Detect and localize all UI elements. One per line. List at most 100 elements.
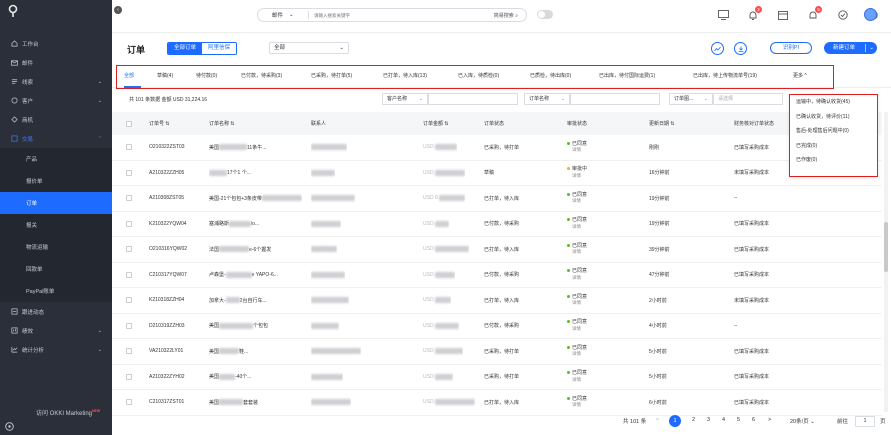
table-scrollbar[interactable] [884, 112, 888, 412]
table-row[interactable]: O210322ZST03 美国 11条牛... USD 已采购，待打单 已同意 详情 刚刚 已… [112, 135, 882, 161]
page-size-select[interactable]: 20条/页 ⌄ [790, 417, 815, 425]
sidebar-item-performance[interactable]: 绩效 ⌄ [0, 321, 112, 340]
order-no-cell[interactable]: D210319ZZH03 [149, 314, 185, 339]
table-row[interactable]: A210322ZYH02 美国 -40个... USD 已采购，待打单 已同意 详情 5小时… [112, 365, 882, 390]
chart-icon[interactable] [711, 42, 724, 55]
sidebar-item-activity[interactable]: 跟进动态 [0, 302, 112, 321]
contact-cell[interactable] [311, 186, 355, 211]
row-checkbox[interactable] [126, 246, 132, 253]
chevron-down-icon[interactable]: ⌄ [869, 42, 874, 54]
contact-cell[interactable] [311, 161, 335, 186]
contact-cell[interactable] [311, 263, 345, 288]
seg-all-orders[interactable]: 全部订单 [168, 43, 203, 54]
calendar-icon[interactable] [768, 6, 798, 24]
download-icon[interactable] [734, 42, 747, 55]
order-no-cell[interactable]: O210322ZST03 [149, 135, 185, 160]
order-name-cell[interactable]: 法国 e-6个握发 [209, 237, 271, 262]
table-row[interactable]: C210317YQW07 卢森堡-e YAPO-6... USD 已付款，待采购 已同… [112, 263, 882, 288]
approval-detail-link[interactable]: 详情 [567, 351, 587, 358]
contact-cell[interactable] [311, 135, 347, 160]
customer-name-input[interactable] [428, 93, 518, 105]
sidebar-sub-paypal[interactable]: PayPal账单 [0, 280, 112, 302]
row-checkbox[interactable] [126, 144, 132, 151]
column-header[interactable]: 更新日期 ⇅ [649, 112, 675, 135]
seg-alibaba-orders[interactable]: 阿里信保 [202, 43, 237, 54]
contact-cell[interactable] [311, 314, 339, 339]
row-checkbox[interactable] [126, 373, 132, 380]
approval-detail-link[interactable]: 详情 [567, 402, 587, 409]
dropdown-item-received[interactable]: 已确认收货，待评价(11) [790, 110, 877, 125]
approval-detail-link[interactable]: 详情 [567, 198, 587, 205]
notification-icon[interactable]: 5 [798, 6, 828, 24]
table-row[interactable]: O210316YQW02 法国 e-6个握发 USD 已打单，待入库 已同意 详情 39分钟… [112, 237, 882, 263]
dropdown-item-after-sales[interactable]: 售后-处理售后问题中(0) [790, 124, 877, 139]
table-row[interactable]: K210322YQW04 塞浦路斯 io... USD 已付款，待采购 已同意 详情 19分… [112, 212, 882, 237]
order-name-cell[interactable]: 美国 个包包 [209, 314, 268, 339]
tab-draft[interactable]: 草稿(4) [157, 72, 173, 79]
help-circle-icon[interactable] [5, 422, 14, 431]
order-name-cell[interactable]: 美国 鞋... [209, 339, 248, 364]
column-header[interactable]: 订单名称 ⇅ [209, 112, 235, 135]
approval-detail-link[interactable]: 详情 [567, 224, 587, 231]
sidebar-sub-products[interactable]: 产品 [0, 148, 112, 170]
tab-shipped-freight[interactable]: 已出库，待付国际运费(1) [599, 72, 655, 79]
order-no-cell[interactable]: A210322ZYH02 [149, 365, 185, 390]
order-name-input[interactable] [570, 93, 660, 105]
order-no-cell[interactable]: C210317YQW07 [149, 263, 187, 288]
sidebar-item-analytics[interactable]: 统计分析 ⌄ [0, 340, 112, 359]
table-row[interactable]: C210317ZST01 美国 套套装 USD 已打单，待入库 已同意 详情 6小时前 已填写… [112, 390, 882, 416]
pagination-page[interactable]: 1 [669, 415, 681, 427]
user-avatar[interactable] [864, 8, 877, 21]
approval-detail-link[interactable]: 详情 [567, 300, 587, 307]
row-checkbox[interactable] [126, 195, 132, 202]
sidebar-item-leads[interactable]: 线索 ⌄ [0, 72, 112, 91]
order-no-cell[interactable]: C210317ZST01 [149, 390, 184, 415]
approval-detail-link[interactable]: 详情 [567, 275, 587, 282]
bell-icon[interactable]: 2 [738, 6, 768, 24]
customer-name-filter[interactable]: 客户名称 ⌄ [382, 93, 428, 105]
approval-detail-link[interactable]: 详情 [567, 377, 587, 384]
dropdown-item-in-transit[interactable]: 运输中，待确认收货(45) [790, 95, 877, 110]
row-checkbox[interactable] [126, 399, 132, 406]
order-no-cell[interactable]: A210308ZST05 [149, 186, 184, 211]
select-all-checkbox[interactable] [126, 120, 132, 127]
order-name-cell[interactable]: 塞浦路斯 io... [209, 212, 259, 237]
search-mode-button[interactable]: 简易搜索 ⌕ [494, 12, 526, 19]
sidebar-sub-customs[interactable]: 报关 [0, 214, 112, 236]
scrollbar-thumb[interactable] [884, 222, 888, 272]
sidebar-item-opportunities[interactable]: 商机 [0, 110, 112, 129]
order-name-cell[interactable]: 美国 11条牛... [209, 135, 266, 160]
pagination-page[interactable]: 2 [692, 417, 695, 423]
search-toggle[interactable] [537, 10, 553, 19]
contact-cell[interactable] [311, 390, 351, 415]
order-no-cell[interactable]: K210318ZZH04 [149, 288, 184, 313]
pagination-page[interactable]: 6 [752, 417, 755, 423]
order-name-cell[interactable]: 美国 套套装 [209, 390, 258, 415]
pagination-page[interactable]: 5 [737, 417, 740, 423]
approval-detail-link[interactable]: 详情 [567, 326, 587, 333]
order-name-cell[interactable]: 卢森堡-e YAPO-6... [209, 263, 278, 288]
column-header[interactable]: 订单金额 ⇅ [423, 112, 449, 135]
sidebar-sub-logistics[interactable]: 物流运输 [0, 236, 112, 258]
contact-cell[interactable] [311, 339, 361, 364]
row-checkbox[interactable] [126, 271, 132, 278]
goto-page-input[interactable]: 1 [855, 416, 875, 427]
sidebar-sub-payments[interactable]: 回款单 [0, 258, 112, 280]
order-name-filter[interactable]: 订单名称 ⌄ [524, 93, 570, 105]
pagination-next[interactable]: > [768, 417, 771, 423]
row-checkbox[interactable] [126, 348, 132, 355]
tab-purchased[interactable]: 已采购，待打单(5) [311, 72, 352, 79]
row-checkbox[interactable] [126, 169, 132, 176]
sidebar-item-workbench[interactable]: 工作台 [0, 34, 112, 53]
column-header[interactable]: 订单号 ⇅ [149, 112, 170, 135]
sidebar-item-deals[interactable]: 交易 ⌃ [0, 129, 112, 148]
table-row[interactable]: VA210322LY01 美国 鞋... USD 已采购，待打单 已同意 详情 5小时前 已填… [112, 339, 882, 365]
okki-logo-icon[interactable] [6, 4, 20, 18]
pagination-page[interactable]: 4 [722, 417, 725, 423]
sidebar-sub-quotes[interactable]: 报价单 [0, 170, 112, 192]
sidebar-collapse-button[interactable]: ‹ [114, 6, 122, 14]
sidebar-item-customers[interactable]: 客户 ⌄ [0, 91, 112, 110]
tab-paid[interactable]: 已付款，待采购(3) [241, 72, 282, 79]
screen-icon[interactable] [708, 6, 738, 24]
row-checkbox[interactable] [126, 220, 132, 227]
